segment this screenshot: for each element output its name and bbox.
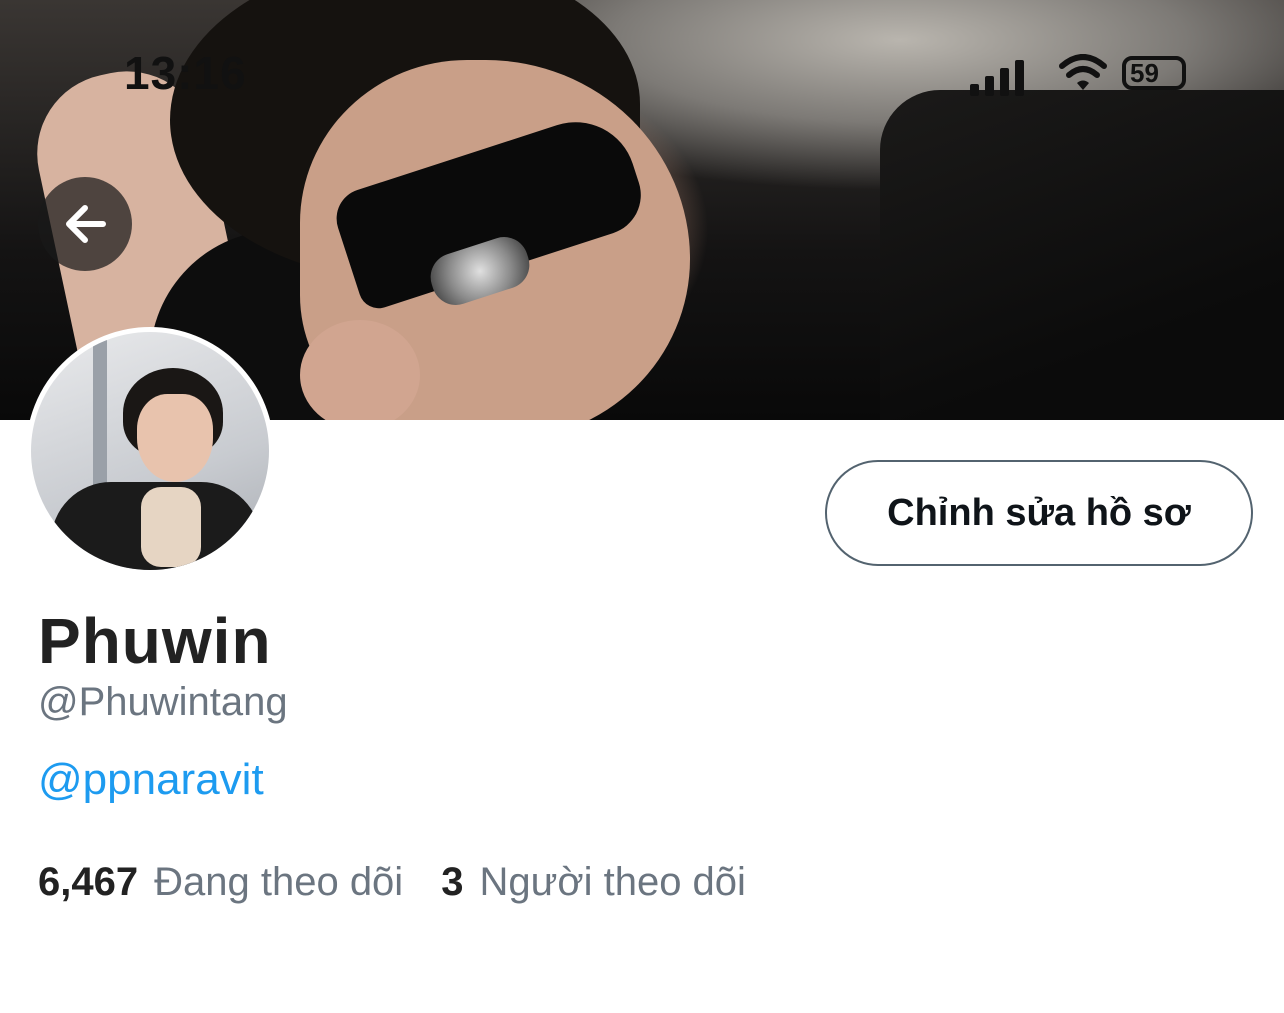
followers-label: Người theo dõi: [479, 860, 746, 904]
status-time: 13:16: [124, 47, 247, 99]
arrow-left-icon: [66, 205, 106, 243]
avatar[interactable]: [26, 327, 274, 575]
followers-stat[interactable]: 3 Người theo dõi: [441, 860, 746, 905]
edit-profile-button[interactable]: Chỉnh sửa hồ sơ: [825, 460, 1253, 566]
avatar-shirt: [141, 487, 201, 567]
user-handle: @Phuwintang: [38, 680, 288, 724]
back-button[interactable]: [38, 177, 132, 271]
banner-ear: [300, 320, 420, 420]
followers-count: 3: [441, 860, 464, 904]
following-stat[interactable]: 6,467 Đang theo dõi: [38, 860, 403, 905]
avatar-face: [137, 394, 213, 482]
avatar-background-pillar: [93, 332, 107, 492]
following-label: Đang theo dõi: [154, 860, 404, 904]
follow-stats: 6,467 Đang theo dõi 3 Người theo dõi: [38, 860, 746, 905]
wifi-icon: [1059, 54, 1107, 90]
bio-mention-link[interactable]: @ppnaravit: [38, 755, 264, 805]
following-count: 6,467: [38, 860, 139, 904]
battery-icon: 59: [1122, 56, 1186, 90]
banner-car-window: [880, 90, 1284, 420]
status-icons: 59: [970, 52, 1210, 96]
signal-icon: [970, 60, 1024, 96]
display-name: Phuwin: [38, 605, 272, 677]
